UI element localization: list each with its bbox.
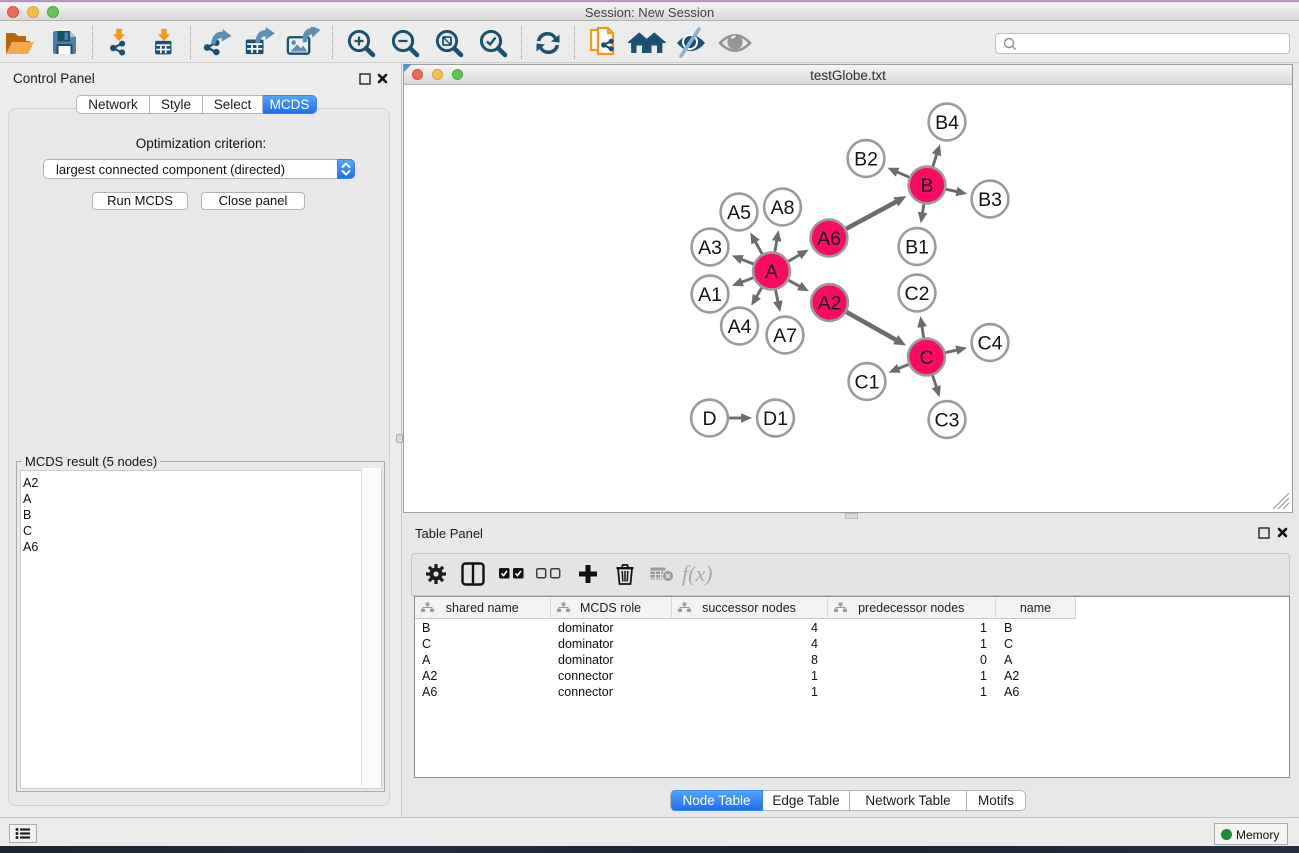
svg-text:A6: A6 bbox=[817, 228, 841, 250]
svg-text:B4: B4 bbox=[935, 112, 959, 134]
svg-text:C3: C3 bbox=[935, 409, 960, 431]
svg-text:B1: B1 bbox=[905, 236, 929, 258]
svg-text:A3: A3 bbox=[698, 237, 722, 259]
svg-text:A: A bbox=[765, 261, 778, 283]
svg-text:B2: B2 bbox=[854, 148, 878, 170]
svg-text:A2: A2 bbox=[818, 292, 842, 314]
svg-text:B3: B3 bbox=[978, 189, 1002, 211]
svg-text:B: B bbox=[920, 175, 933, 197]
svg-text:A7: A7 bbox=[773, 325, 797, 347]
svg-text:C1: C1 bbox=[855, 371, 880, 393]
svg-text:D1: D1 bbox=[763, 408, 788, 430]
svg-text:A1: A1 bbox=[698, 284, 722, 306]
svg-text:C2: C2 bbox=[905, 283, 930, 305]
svg-text:A4: A4 bbox=[728, 316, 752, 338]
svg-text:D: D bbox=[702, 408, 716, 430]
svg-text:A8: A8 bbox=[771, 197, 795, 219]
svg-text:C4: C4 bbox=[978, 332, 1003, 354]
svg-text:C: C bbox=[919, 347, 933, 369]
svg-text:f(x): f(x) bbox=[682, 561, 713, 586]
svg-text:A5: A5 bbox=[727, 202, 751, 224]
